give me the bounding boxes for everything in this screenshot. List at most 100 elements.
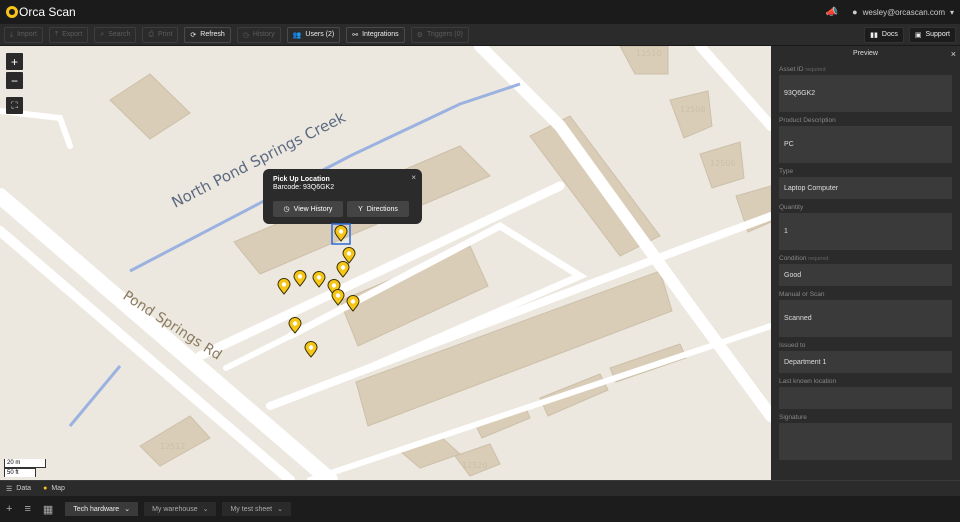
history-icon: ◷ <box>242 31 249 39</box>
triggers-icon: ⚙ <box>416 31 423 39</box>
panel-close-button[interactable]: × <box>951 49 956 59</box>
map-tab-label: Map <box>51 485 65 492</box>
field-value-input[interactable]: 93Q6GK2 <box>779 75 952 112</box>
print-button[interactable]: ⎙ Print <box>142 26 179 43</box>
integrations-button[interactable]: ⚯ Integrations <box>346 26 405 43</box>
history-button[interactable]: ◷ History <box>236 26 281 43</box>
users-button[interactable]: 👥 Users (2) <box>286 26 341 43</box>
user-email: wesley@orcascan.com <box>862 7 945 17</box>
data-view-tab[interactable]: ☰ Data <box>6 485 31 493</box>
integrations-label: Integrations <box>362 31 399 38</box>
chevron-down-icon: ▾ <box>949 7 954 17</box>
book-icon: ▮▮ <box>870 31 878 39</box>
top-bar: Orca Scan 📣 ● wesley@orcascan.com ▾ <box>0 0 960 24</box>
field-label: Product Description <box>779 115 952 126</box>
chevron-down-icon: ⌄ <box>202 506 209 513</box>
field-value-input[interactable]: PC <box>779 126 952 163</box>
refresh-button[interactable]: ⟳ Refresh <box>184 26 231 43</box>
map-pin[interactable] <box>304 341 318 358</box>
field-label: Condition required <box>779 253 952 264</box>
field-value-input[interactable]: Scanned <box>779 300 952 337</box>
field-label-text: Quantity <box>779 204 804 211</box>
map-view-tab[interactable]: ● Map <box>43 485 65 492</box>
map-pin[interactable] <box>293 270 307 287</box>
sheet-bar: + ≡ ▦ Tech hardware ⌄ My warehouse ⌄ My te… <box>0 496 960 522</box>
sheet-tab[interactable]: My test sheet ⌄ <box>222 502 291 516</box>
search-button[interactable]: ⌕ Search <box>94 26 137 43</box>
preview-panel: Preview × Asset ID required 93Q6GK2 Produc… <box>771 46 960 480</box>
triggers-label: Triggers (0) <box>426 31 463 38</box>
support-label: Support <box>925 31 950 38</box>
map-pin[interactable] <box>346 295 360 312</box>
menu-icon[interactable]: ≡ <box>24 503 30 515</box>
import-button[interactable]: ⤓ Import <box>4 26 43 43</box>
scale-imperial: 50 ft <box>4 468 36 477</box>
user-menu[interactable]: ● wesley@orcascan.com ▾ <box>852 7 954 17</box>
map-pin[interactable] <box>342 247 356 264</box>
field-label-text: Last known location <box>779 378 837 385</box>
field-value-input[interactable]: 1 <box>779 213 952 250</box>
panel-title: Preview <box>853 50 878 57</box>
docs-button[interactable]: ▮▮ Docs <box>864 26 904 43</box>
sheet-tab-label: Tech hardware <box>73 505 120 513</box>
app-logo[interactable]: Orca Scan <box>6 5 76 19</box>
support-button[interactable]: ▣ Support <box>908 26 956 43</box>
field-label-text: Issued to <box>779 342 806 349</box>
field-label-text: Signature <box>779 414 807 421</box>
field-type: Type Laptop Computer <box>779 166 952 199</box>
search-icon: ⌕ <box>100 30 105 38</box>
field-label: Quantity <box>779 202 952 213</box>
print-label: Print <box>158 31 173 38</box>
field-label-text: Condition <box>779 255 807 262</box>
field-condition: Condition required Good <box>779 253 952 286</box>
sheet-tab[interactable]: My warehouse ⌄ <box>144 502 217 516</box>
megaphone-icon[interactable]: 📣 <box>826 7 838 18</box>
toolbar: ⤓ Import ⤒ Export ⌕ Search ⎙ Print ⟳ Refresh … <box>0 24 960 46</box>
app-window: Orca Scan 📣 ● wesley@orcascan.com ▾ ⤓ Imp… <box>0 0 960 522</box>
map-pin[interactable] <box>288 317 302 334</box>
field-label-text: Product Description <box>779 117 836 124</box>
required-badge: required <box>805 67 826 73</box>
export-icon: ⤒ <box>54 30 59 38</box>
field-value-input[interactable] <box>779 423 952 460</box>
field-value-input[interactable] <box>779 387 952 409</box>
chevron-down-icon: ⌄ <box>124 506 131 513</box>
field-label: Asset ID required <box>779 64 952 75</box>
map-pin-selected[interactable] <box>334 225 348 242</box>
search-label: Search <box>108 31 131 38</box>
orca-logo-icon <box>6 6 18 18</box>
field-value-input[interactable]: Laptop Computer <box>779 177 952 199</box>
docs-label: Docs <box>881 31 898 38</box>
field-value-input[interactable]: Department 1 <box>779 351 952 373</box>
add-sheet-icon[interactable]: + <box>6 503 12 515</box>
users-icon: 👥 <box>292 31 302 39</box>
map-pin[interactable] <box>277 278 291 295</box>
sheet-tab-label: My test sheet <box>230 505 273 513</box>
app-name: Orca Scan <box>19 5 76 19</box>
export-button[interactable]: ⤒ Export <box>48 26 89 43</box>
globe-icon: ● <box>43 485 48 492</box>
list-icon: ☰ <box>6 485 13 493</box>
chevron-down-icon: ⌄ <box>277 506 283 513</box>
sheet-tab[interactable]: Tech hardware ⌄ <box>65 502 139 516</box>
field-label: Signature <box>779 412 952 423</box>
grid-icon[interactable]: ▦ <box>43 503 53 516</box>
map-view[interactable]: North Pond Springs Creek Pond Springs Rd… <box>0 46 771 480</box>
data-tab-label: Data <box>16 485 32 492</box>
field-label-text: Manual or Scan <box>779 291 825 298</box>
field-last-known-location: Last known location <box>779 376 952 409</box>
import-icon: ⤓ <box>10 30 14 38</box>
triggers-button[interactable]: ⚙ Triggers (0) <box>410 26 469 43</box>
field-value-input[interactable]: Good <box>779 264 952 286</box>
sheet-tab-label: My warehouse <box>152 505 198 513</box>
user-icon: ● <box>852 7 858 17</box>
field-manual-or-scan: Manual or Scan Scanned <box>779 289 952 337</box>
map-pin[interactable] <box>331 289 345 306</box>
field-product-description: Product Description PC <box>779 115 952 163</box>
refresh-icon: ⟳ <box>190 31 197 39</box>
field-label: Last known location <box>779 376 952 387</box>
support-icon: ▣ <box>914 31 922 39</box>
map-pin[interactable] <box>336 261 350 278</box>
field-label: Type <box>779 166 952 177</box>
map-pin[interactable] <box>312 271 326 288</box>
